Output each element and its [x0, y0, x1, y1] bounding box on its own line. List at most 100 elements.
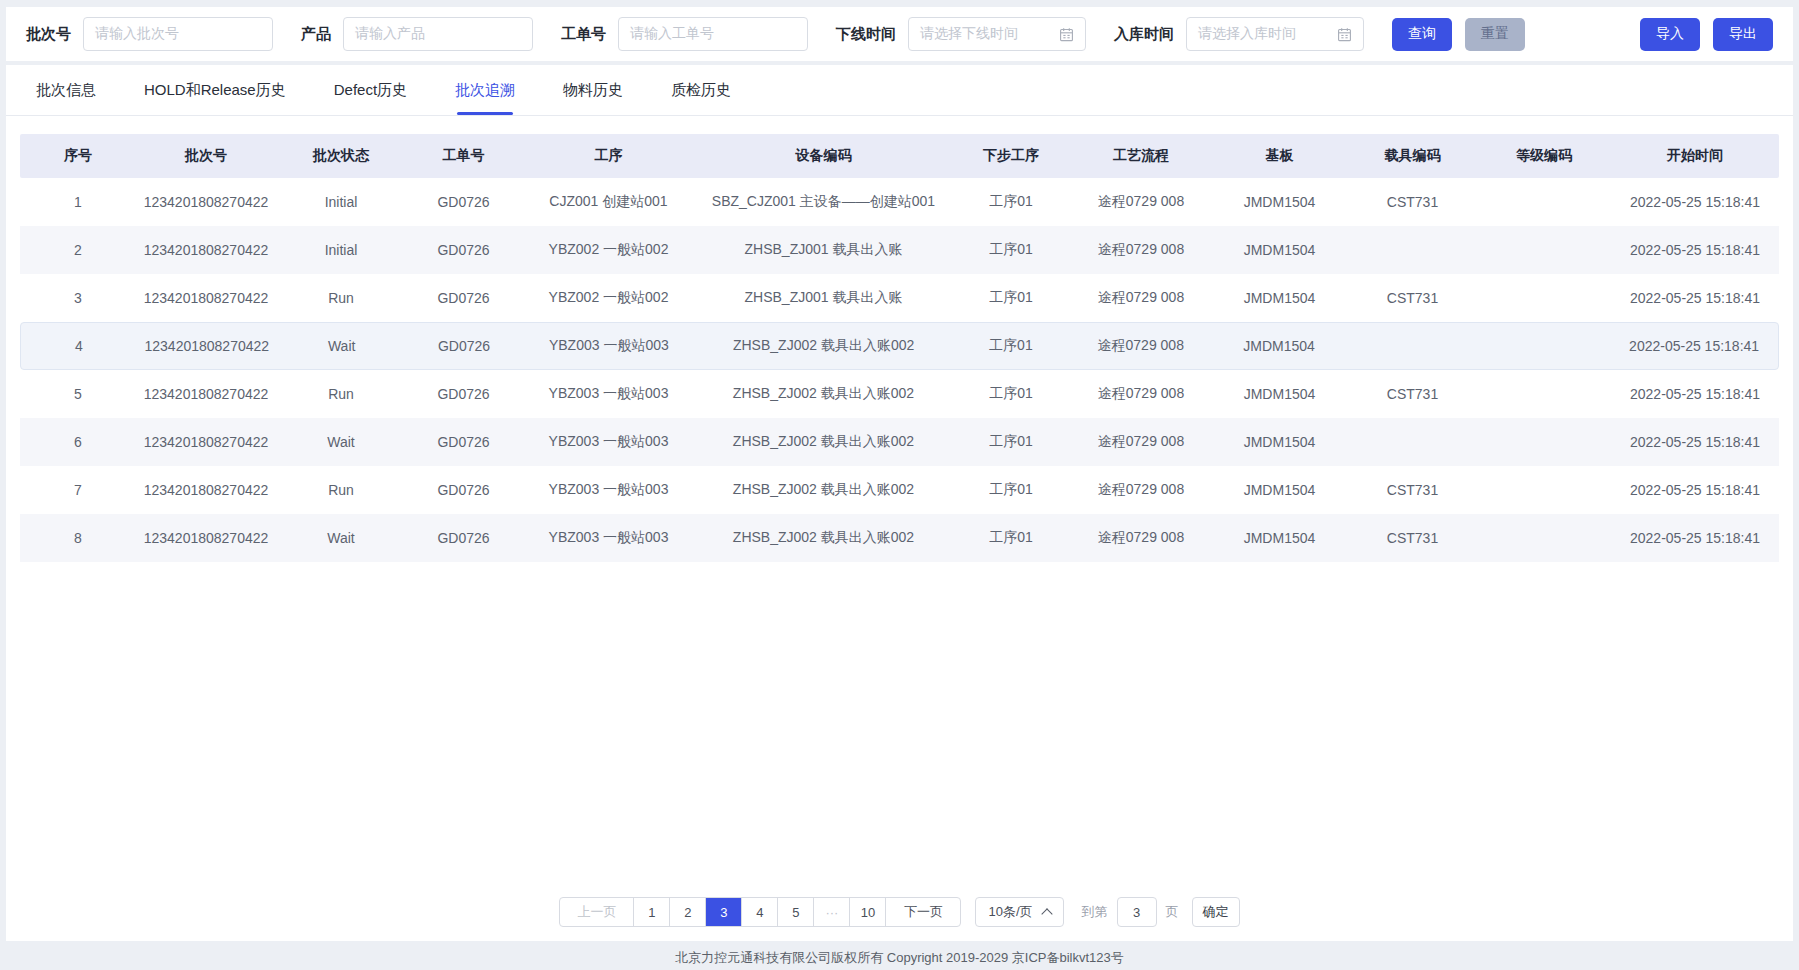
placeholder-text: 请输入批次号: [95, 25, 179, 43]
cell: 途程0729 008: [1071, 433, 1211, 451]
cell: GD0726: [407, 338, 522, 354]
tab-物料历史[interactable]: 物料历史: [563, 65, 623, 115]
main-panel: 批次信息 HOLD和Release历史 Defect历史批次追溯物料历史质检历史 序…: [6, 65, 1793, 941]
product-input[interactable]: 请输入产品: [343, 17, 533, 51]
tab-质检历史[interactable]: 质检历史: [671, 65, 731, 115]
jump-page-input[interactable]: 3: [1117, 897, 1157, 927]
cell: 1234201808270422: [136, 290, 276, 306]
export-button[interactable]: 导出: [1713, 18, 1773, 51]
cell: ZHSB_ZJ002 载具出入账002: [696, 529, 951, 547]
filter-label-product: 产品: [301, 25, 331, 44]
cell: GD0726: [406, 530, 521, 546]
jump-unit: 页: [1166, 903, 1179, 921]
cell: 2022-05-25 15:18:41: [1611, 434, 1779, 450]
table-header-row: 序号批次号批次状态工单号工序设备编码下步工序工艺流程基板载具编码等级编码开始时间: [20, 134, 1779, 178]
tab-Defect历史[interactable]: Defect历史: [334, 65, 407, 115]
cell: YBZ003 一般站003: [521, 529, 696, 547]
cell: 2: [20, 242, 136, 258]
cell: YBZ003 一般站003: [521, 337, 696, 355]
table-row[interactable]: 51234201808270422RunGD0726YBZ003 一般站003Z…: [20, 370, 1779, 418]
page-button-10[interactable]: 10: [850, 898, 886, 926]
placeholder-text: 请选择入库时间: [1198, 25, 1296, 43]
cell: JMDM1504: [1211, 482, 1348, 498]
cell: 1234201808270422: [136, 242, 276, 258]
cell: 3: [20, 290, 136, 306]
cell: JMDM1504: [1211, 338, 1348, 354]
calendar-icon: [1337, 27, 1352, 42]
batch-trace-table: 序号批次号批次状态工单号工序设备编码下步工序工艺流程基板载具编码等级编码开始时间…: [20, 134, 1779, 562]
cell: Wait: [276, 530, 406, 546]
cell: Wait: [277, 338, 407, 354]
chevron-up-icon: [1041, 908, 1052, 919]
cell: GD0726: [406, 434, 521, 450]
column-header: 工序: [521, 147, 696, 165]
cell: 2022-05-25 15:18:41: [1610, 338, 1778, 354]
cell: SBZ_CJZ001 主设备——创建站001: [696, 193, 951, 211]
query-button[interactable]: 查询: [1392, 18, 1452, 51]
cell: 1: [20, 194, 136, 210]
filter-label-work-order: 工单号: [561, 25, 606, 44]
tab-批次信息[interactable]: 批次信息: [36, 65, 96, 115]
filter-item-product: 产品请输入产品: [301, 17, 533, 51]
import-button[interactable]: 导入: [1640, 18, 1700, 51]
filter-bar: 批次号请输入批次号产品请输入产品工单号请输入工单号下线时间请选择下线时间入库时间…: [6, 7, 1793, 61]
reset-button[interactable]: 重置: [1465, 18, 1525, 51]
page-button-5[interactable]: 5: [778, 898, 814, 926]
cell: 8: [20, 530, 136, 546]
table-row[interactable]: 81234201808270422WaitGD0726YBZ003 一般站003…: [20, 514, 1779, 562]
page-size-select[interactable]: 10条/页: [975, 897, 1063, 927]
cell: 途程0729 008: [1071, 481, 1211, 499]
batch-number-input[interactable]: 请输入批次号: [83, 17, 273, 51]
page-button-1[interactable]: 1: [634, 898, 670, 926]
export-actions: 导入导出: [1640, 18, 1773, 51]
column-header: 批次状态: [276, 147, 406, 165]
prev-page-button[interactable]: 上一页: [560, 898, 634, 926]
footer-copyright: 北京力控元通科技有限公司版权所有 Copyright 2019-2029 京IC…: [0, 949, 1799, 967]
cell: ZHSB_ZJ002 载具出入账002: [696, 337, 951, 355]
table-row[interactable]: 21234201808270422InitialGD0726YBZ002 一般站…: [20, 226, 1779, 274]
next-page-button[interactable]: 下一页: [886, 898, 960, 926]
cell: 1234201808270422: [136, 194, 276, 210]
column-header: 批次号: [136, 147, 276, 165]
page-ellipsis[interactable]: ···: [814, 898, 850, 926]
cell: 途程0729 008: [1071, 241, 1211, 259]
cell: YBZ002 一般站002: [521, 289, 696, 307]
cell: 1234201808270422: [136, 434, 276, 450]
cell: JMDM1504: [1211, 386, 1348, 402]
table-row[interactable]: 61234201808270422WaitGD0726YBZ003 一般站003…: [20, 418, 1779, 466]
cell: YBZ003 一般站003: [521, 385, 696, 403]
cell: 7: [20, 482, 136, 498]
page-button-group: 上一页12345···10下一页: [559, 897, 961, 927]
cell: ZHSB_ZJ001 载具出入账: [696, 241, 951, 259]
cell: 1234201808270422: [137, 338, 277, 354]
cell: ZHSB_ZJ002 载具出入账002: [696, 433, 951, 451]
table-row[interactable]: 31234201808270422RunGD0726YBZ002 一般站002Z…: [20, 274, 1779, 322]
cell: ZHSB_ZJ002 载具出入账002: [696, 385, 951, 403]
cell: Run: [276, 482, 406, 498]
tab-批次追溯[interactable]: 批次追溯: [455, 65, 515, 115]
cell: GD0726: [406, 290, 521, 306]
filter-item-offline-time: 下线时间请选择下线时间: [836, 17, 1086, 51]
cell: CJZ001 创建站001: [521, 193, 696, 211]
column-header: 开始时间: [1611, 147, 1779, 165]
table-row[interactable]: 11234201808270422InitialGD0726CJZ001 创建站…: [20, 178, 1779, 226]
page-button-4[interactable]: 4: [742, 898, 778, 926]
column-header: 设备编码: [696, 147, 951, 165]
cell: 途程0729 008: [1071, 193, 1211, 211]
storage-time-input[interactable]: 请选择入库时间: [1186, 17, 1364, 51]
table-row[interactable]: 41234201808270422WaitGD0726YBZ003 一般站003…: [20, 322, 1779, 370]
column-header: 载具编码: [1348, 147, 1477, 165]
cell: 2022-05-25 15:18:41: [1611, 194, 1779, 210]
column-header: 工单号: [406, 147, 521, 165]
jump-confirm-button[interactable]: 确定: [1192, 897, 1240, 927]
cell: 途程0729 008: [1071, 385, 1211, 403]
cell: YBZ002 一般站002: [521, 241, 696, 259]
cell: GD0726: [406, 482, 521, 498]
tab-HOLD和Release历史[interactable]: HOLD和Release历史: [144, 65, 286, 115]
page-button-3[interactable]: 3: [706, 898, 742, 926]
work-order-input[interactable]: 请输入工单号: [618, 17, 808, 51]
column-header: 基板: [1211, 147, 1348, 165]
offline-time-input[interactable]: 请选择下线时间: [908, 17, 1086, 51]
page-button-2[interactable]: 2: [670, 898, 706, 926]
table-row[interactable]: 71234201808270422RunGD0726YBZ003 一般站003Z…: [20, 466, 1779, 514]
